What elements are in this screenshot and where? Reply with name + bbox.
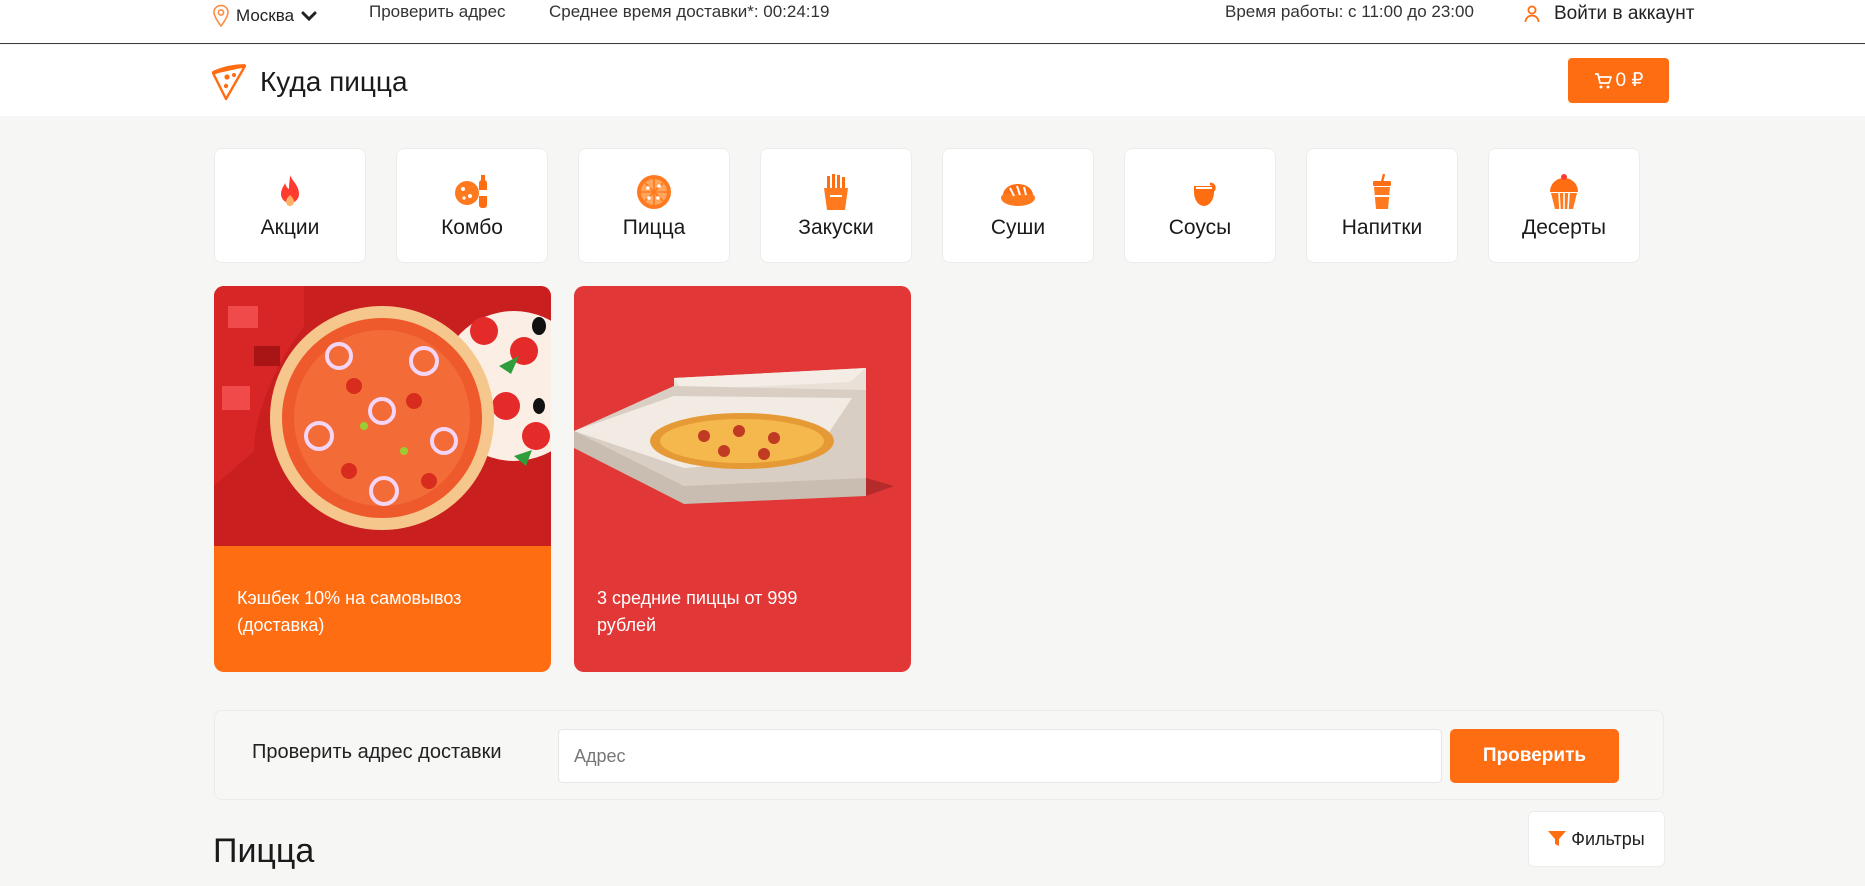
header: Куда пицца 0 ₽ (0, 45, 1865, 116)
drink-icon (1373, 173, 1391, 209)
pizza-box-image (574, 368, 894, 504)
fries-icon (824, 173, 848, 210)
city-label: Москва (236, 6, 295, 25)
cart-icon (1594, 72, 1612, 88)
category-pizza[interactable]: Пицца (578, 148, 730, 263)
delivery-time: Среднее время доставки*: 00:24:19 (549, 2, 830, 21)
address-check-label: Проверить адрес доставки (252, 741, 502, 763)
promo-card-cashback[interactable]: Кэшбек 10% на самовывоз (доставка) (214, 286, 551, 672)
combo-icon (455, 174, 487, 208)
logo[interactable]: Куда пицца (210, 63, 408, 101)
city-selector[interactable]: Москва (212, 4, 318, 28)
category-desserts[interactable]: Десерты (1488, 148, 1640, 263)
check-address-button[interactable]: Проверить (1450, 729, 1619, 783)
category-label: Акции (260, 215, 320, 239)
cart-button[interactable]: 0 ₽ (1568, 58, 1669, 103)
category-combo[interactable]: Комбо (396, 148, 548, 263)
top-bar: Москва Проверить адрес Среднее время дос… (0, 0, 1865, 44)
category-sauces[interactable]: Соусы (1124, 148, 1276, 263)
section-title: Пицца (213, 832, 315, 870)
category-label: Соусы (1168, 215, 1232, 239)
filter-icon (1548, 831, 1567, 846)
category-label: Закуски (798, 215, 874, 239)
user-icon (1524, 5, 1540, 23)
promo-card-three-pizzas[interactable]: 3 средние пиццы от 999 рублей (574, 286, 911, 672)
filters-label: Фильтры (1571, 828, 1645, 849)
check-address-link[interactable]: Проверить адрес (369, 2, 506, 22)
sauce-icon (1184, 177, 1216, 206)
fire-icon (281, 174, 299, 206)
login-label: Войти в аккаунт (1554, 3, 1695, 24)
category-sushi[interactable]: Суши (942, 148, 1094, 263)
pizza-slice-logo-icon (211, 64, 247, 101)
location-pin-icon (213, 4, 229, 28)
working-hours: Время работы: с 11:00 до 23:00 (1225, 2, 1474, 21)
pizza-icon (637, 174, 671, 209)
address-check-panel: Проверить адрес доставки Проверить (214, 710, 1664, 800)
logo-text: Куда пицца (260, 66, 408, 97)
category-snacks[interactable]: Закуски (760, 148, 912, 263)
category-promotions[interactable]: Акции (214, 148, 366, 263)
promo-text: 3 средние пиццы от 999 рублей (597, 588, 798, 635)
category-label: Десерты (1521, 215, 1606, 239)
login-link[interactable]: Войти в аккаунт (1524, 3, 1694, 25)
filters-button[interactable]: Фильтры (1528, 811, 1665, 867)
promo-text: Кэшбек 10% на самовывоз (доставка) (237, 588, 462, 635)
category-nav: Акции Комбо Пицца Закуски Суши Соусы Нап… (214, 148, 1640, 263)
category-label: Комбо (441, 215, 503, 239)
sushi-icon (1001, 183, 1035, 206)
category-label: Напитки (1341, 215, 1423, 239)
cart-total: 0 ₽ (1615, 70, 1644, 91)
address-input[interactable] (558, 729, 1442, 783)
cupcake-icon (1550, 173, 1578, 209)
chevron-down-icon (301, 11, 317, 22)
category-drinks[interactable]: Напитки (1306, 148, 1458, 263)
category-label: Пицца (622, 215, 686, 239)
promo-pizza-image (214, 286, 551, 546)
category-label: Суши (990, 215, 1046, 239)
